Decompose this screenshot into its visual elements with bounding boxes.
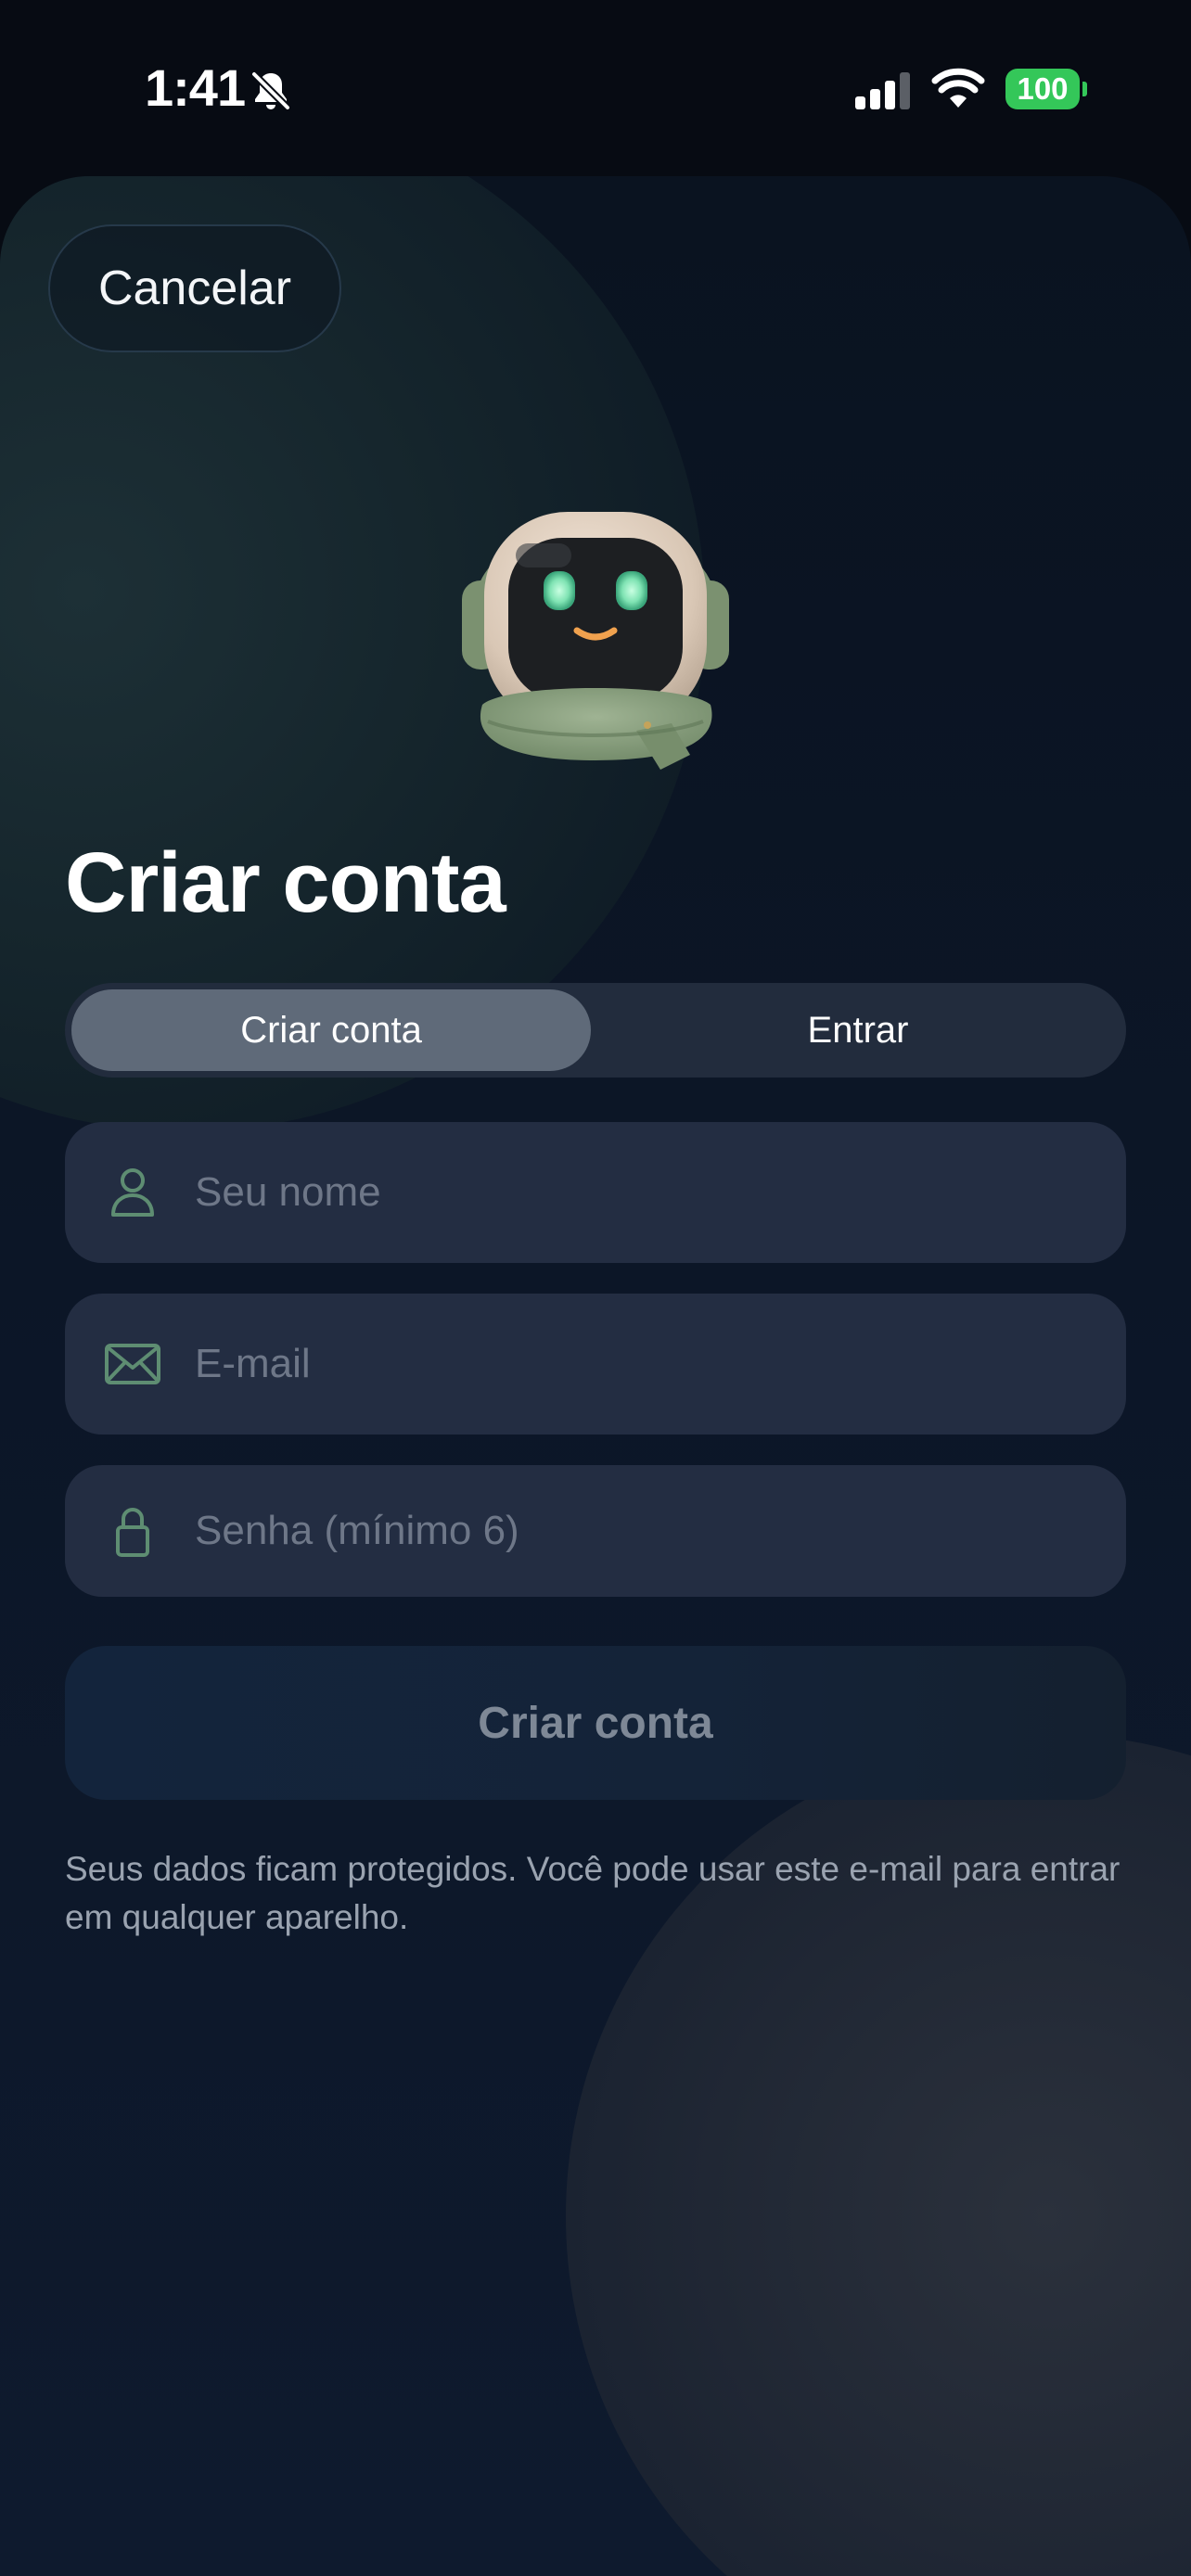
tab-entrar[interactable]: Entrar bbox=[596, 989, 1121, 1071]
email-field-container bbox=[65, 1294, 1126, 1435]
lock-icon bbox=[116, 1508, 149, 1557]
status-time: 1:41 bbox=[145, 58, 246, 117]
name-field-container bbox=[65, 1122, 1126, 1263]
battery-icon: 100 bbox=[1005, 69, 1080, 109]
status-bar: 1:41 100 bbox=[0, 0, 1191, 176]
wifi-icon bbox=[931, 68, 985, 108]
signal-icon bbox=[855, 72, 910, 109]
password-field-container bbox=[65, 1465, 1126, 1597]
battery-nub bbox=[1082, 82, 1087, 96]
signup-sheet: Cancelar Criar conta Criar conta Entrar … bbox=[0, 176, 1191, 2576]
privacy-note: Seus dados ficam protegidos. Você pode u… bbox=[65, 1850, 1121, 1936]
cancel-button[interactable]: Cancelar bbox=[48, 224, 341, 352]
auth-mode-tabs: Criar conta Entrar bbox=[65, 983, 1126, 1078]
person-icon bbox=[111, 1168, 154, 1217]
bell-slash-icon bbox=[250, 70, 291, 111]
tab-criar-conta[interactable]: Criar conta bbox=[71, 989, 591, 1071]
page-title: Criar conta bbox=[65, 835, 506, 930]
envelope-icon bbox=[105, 1344, 160, 1384]
create-account-button[interactable]: Criar conta bbox=[65, 1646, 1126, 1800]
password-input[interactable] bbox=[195, 1465, 1104, 1597]
robot-mascot-icon bbox=[462, 512, 729, 770]
battery-level: 100 bbox=[1017, 71, 1069, 106]
name-input[interactable] bbox=[195, 1122, 1104, 1263]
email-input[interactable] bbox=[195, 1294, 1104, 1435]
